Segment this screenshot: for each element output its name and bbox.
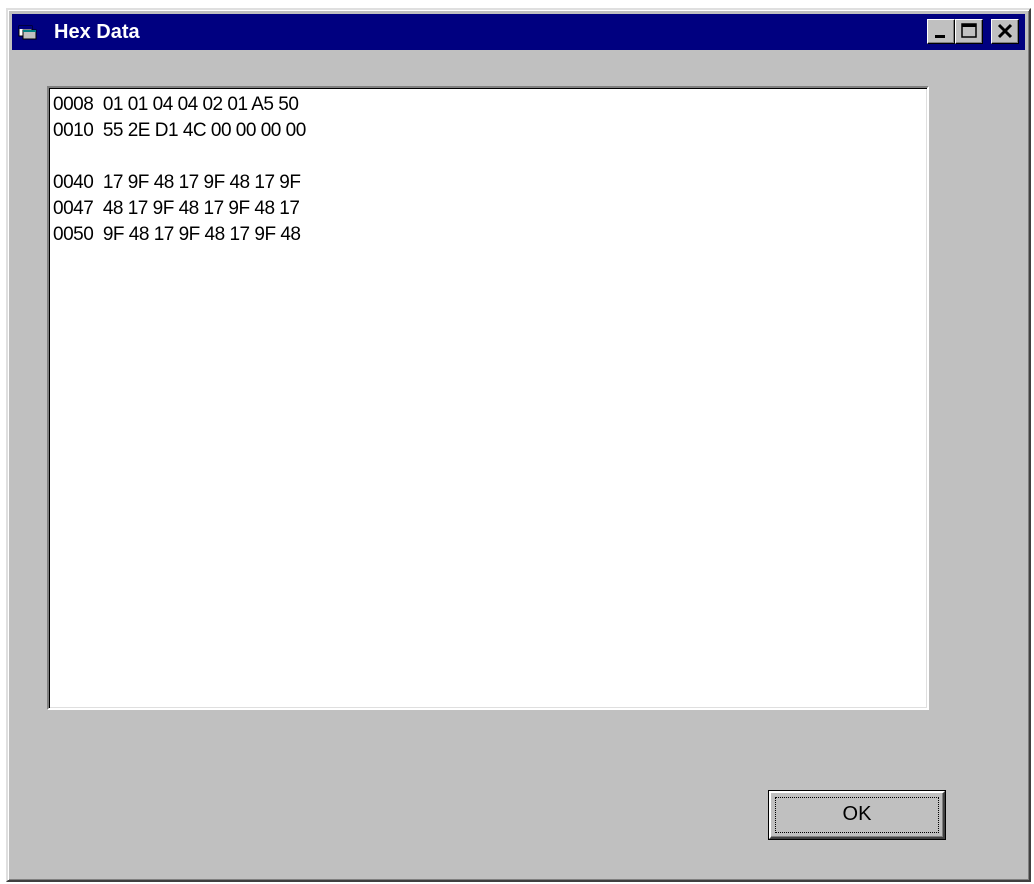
minimize-button[interactable] (927, 19, 955, 44)
app-window-icon[interactable] (18, 23, 40, 41)
close-icon (997, 23, 1013, 39)
ok-button-label: OK (842, 803, 872, 825)
window-title: Hex Data (54, 21, 140, 43)
hex-line: 0008 01 01 04 04 02 01 A5 50 (53, 94, 299, 115)
hex-data-window: Hex Data 0008 01 01 04 04 02 01 A5 50 00… (6, 8, 1031, 882)
hex-line: 0040 17 9F 48 17 9F 48 17 9F (53, 172, 301, 193)
hex-line (53, 144, 927, 170)
minimize-icon (935, 35, 945, 38)
ok-button[interactable]: OK (768, 790, 946, 840)
hex-data-textbox[interactable]: 0008 01 01 04 04 02 01 A5 50 0010 55 2E … (47, 86, 929, 710)
maximize-icon (961, 23, 977, 38)
maximize-button[interactable] (955, 19, 983, 44)
close-button[interactable] (991, 19, 1019, 44)
hex-line: 0047 48 17 9F 48 17 9F 48 17 (53, 198, 300, 219)
hex-line: 0010 55 2E D1 4C 00 00 00 00 (53, 120, 306, 141)
title-bar[interactable]: Hex Data (12, 14, 1025, 50)
hex-line: 0050 9F 48 17 9F 48 17 9F 48 (53, 224, 301, 245)
